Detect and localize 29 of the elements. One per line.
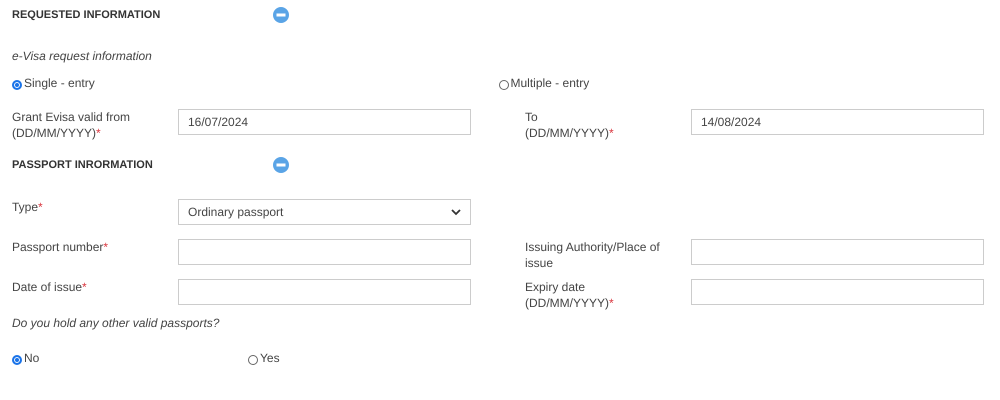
radio-label[interactable]: Multiple - entry bbox=[510, 76, 590, 90]
radio-button[interactable] bbox=[498, 80, 508, 90]
radio-button[interactable] bbox=[248, 354, 258, 364]
radio-label[interactable]: No bbox=[24, 351, 40, 365]
field-label: Expiry date (DD/MM/YYYY)* bbox=[525, 279, 615, 312]
field-label: Issuing Authority/Place of issue bbox=[525, 239, 661, 272]
field-label: Date of issue* bbox=[12, 279, 88, 296]
input-field[interactable]: 16/07/2024 bbox=[178, 109, 471, 135]
field-label: Passport number* bbox=[12, 239, 110, 256]
input-field[interactable] bbox=[178, 239, 471, 265]
collapse-icon[interactable] bbox=[273, 157, 289, 173]
section-heading: PASSPORT INRORMATION bbox=[12, 159, 154, 171]
input-field[interactable] bbox=[178, 279, 471, 305]
radio-button[interactable] bbox=[12, 80, 22, 90]
radio-label[interactable]: Single - entry bbox=[24, 76, 95, 90]
field-label: To (DD/MM/YYYY)* bbox=[525, 109, 615, 142]
type-dropdown[interactable]: Ordinary passport bbox=[178, 199, 471, 225]
radio-button[interactable] bbox=[12, 354, 22, 364]
input-field[interactable] bbox=[691, 239, 984, 265]
input-field[interactable]: 14/08/2024 bbox=[691, 109, 984, 135]
collapse-icon[interactable] bbox=[273, 7, 289, 23]
input-field[interactable] bbox=[691, 279, 984, 305]
section-note: e-Visa request information bbox=[12, 49, 153, 63]
field-label: Type* bbox=[12, 199, 44, 216]
section-note: Do you hold any other valid passports? bbox=[12, 316, 220, 330]
section-heading: REQUESTED INFORMATION bbox=[12, 9, 162, 21]
chevron-down-icon bbox=[451, 208, 461, 216]
field-label: Grant Evisa valid from (DD/MM/YYYY)* bbox=[12, 109, 132, 142]
radio-label[interactable]: Yes bbox=[260, 351, 280, 365]
